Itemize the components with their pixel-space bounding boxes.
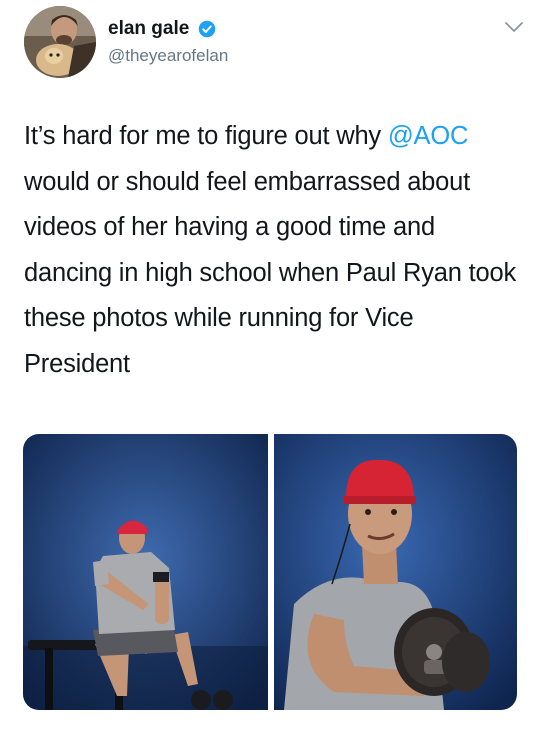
- display-name[interactable]: elan gale: [108, 18, 189, 40]
- tweet-header: elan gale @theyearofelan: [24, 6, 524, 78]
- photo-1-image: [23, 434, 268, 710]
- tweet-text: It’s hard for me to figure out why @AOC …: [24, 114, 524, 387]
- tweet-media: [23, 434, 517, 710]
- tweet-text-before: It’s hard for me to figure out why: [24, 122, 388, 150]
- photo-2-image: [274, 434, 517, 710]
- photo-2[interactable]: [274, 434, 517, 710]
- mention-link[interactable]: @AOC: [388, 122, 469, 150]
- verified-badge-icon: [198, 20, 216, 38]
- avatar-image: [24, 6, 96, 78]
- chevron-down-icon[interactable]: [504, 20, 524, 34]
- avatar[interactable]: [24, 6, 96, 78]
- tweet-text-after: would or should feel embarrassed about v…: [24, 167, 517, 378]
- author-names: elan gale @theyearofelan: [108, 18, 228, 66]
- handle[interactable]: @theyearofelan: [108, 46, 228, 66]
- photo-1[interactable]: [23, 434, 268, 710]
